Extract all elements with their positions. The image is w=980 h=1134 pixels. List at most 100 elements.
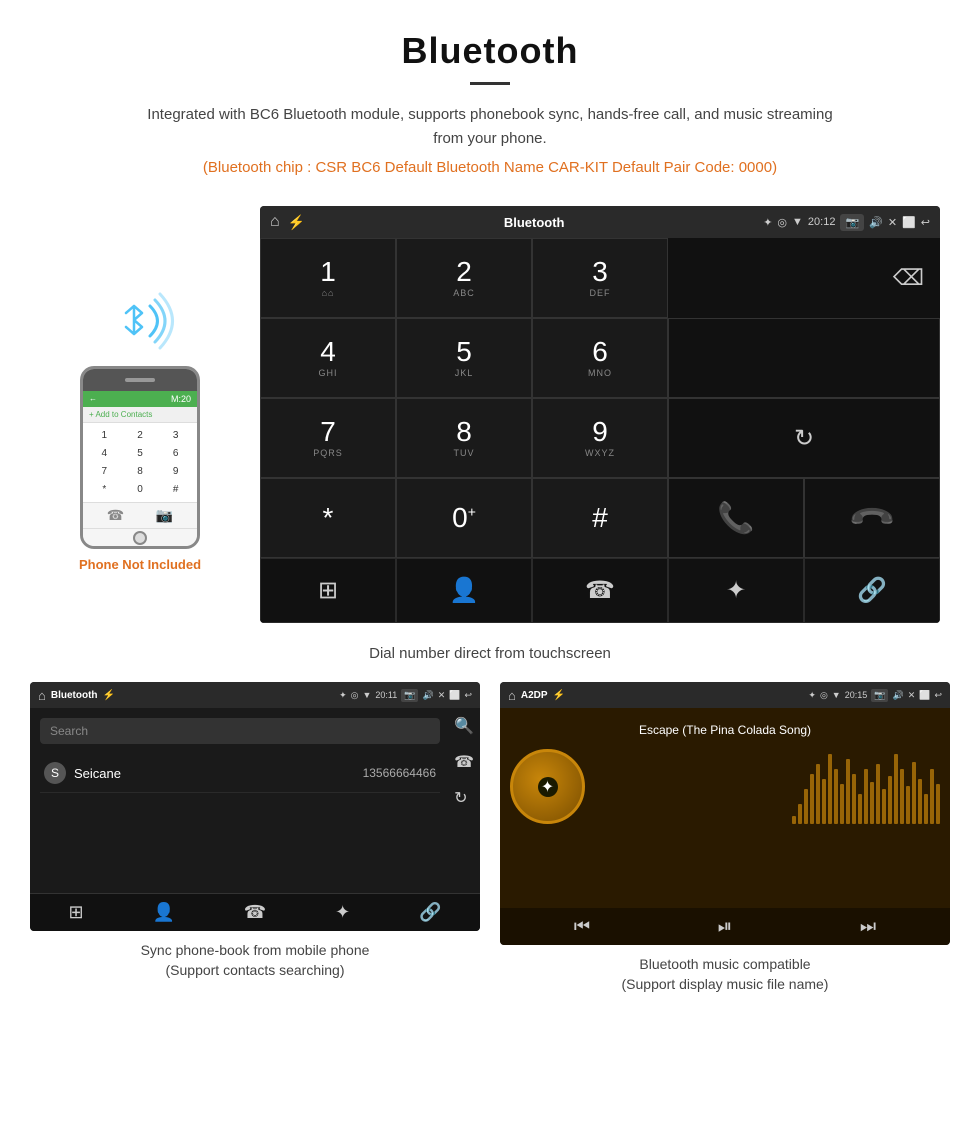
mini-phone-icon[interactable]: ☎ — [244, 902, 266, 923]
music-body: Escape (The Pina Colada Song) ✦ — [500, 708, 950, 908]
contact-row[interactable]: S Seicane 13566664466 — [40, 754, 440, 793]
nav-phone[interactable]: ☎ — [532, 558, 668, 623]
mini-bt-nav-icon[interactable]: ✦ — [335, 902, 350, 923]
phonebook-bottom-nav: ⊞ 👤 ☎ ✦ 🔗 — [30, 893, 480, 931]
nav-bluetooth[interactable]: ✦ — [668, 558, 804, 623]
mini-usb-icon: ⚡ — [103, 690, 115, 701]
dial-caption: Dial number direct from touchscreen — [0, 633, 980, 682]
phonebook-body: Search S Seicane 13566664466 🔍 ☎ ↻ — [30, 708, 480, 893]
page-header: Bluetooth Integrated with BC6 Bluetooth … — [0, 0, 980, 206]
dial-display: ⌫ — [668, 238, 940, 318]
dial-key-8[interactable]: 8 TUV — [396, 398, 532, 478]
location-icon: ◎ — [777, 216, 787, 229]
bluetooth-nav-icon: ✦ — [726, 576, 746, 605]
search-bar[interactable]: Search — [40, 718, 440, 744]
music-win-icon[interactable]: ⬜ — [919, 690, 930, 701]
phone-side-icon[interactable]: ☎ — [454, 752, 474, 772]
call-red-icon: 📞 — [846, 492, 897, 543]
page-description: Integrated with BC6 Bluetooth module, su… — [140, 103, 840, 151]
music-status-left: ⌂ A2DP ⚡ — [508, 688, 565, 703]
music-wifi-icon: ▼ — [832, 690, 841, 700]
close-icon[interactable]: ✕ — [888, 216, 897, 229]
refresh-side-icon[interactable]: ↻ — [454, 788, 474, 808]
mini-vol-icon[interactable]: 🔊 — [422, 690, 433, 701]
dial-key-3[interactable]: 3 DEF — [532, 238, 668, 318]
bluetooth-specs: (Bluetooth chip : CSR BC6 Default Blueto… — [20, 159, 960, 176]
nav-contacts[interactable]: 👤 — [396, 558, 532, 623]
phone-add-contacts: + Add to Contacts — [83, 407, 197, 423]
music-vol-icon[interactable]: 🔊 — [892, 690, 903, 701]
music-song-title: Escape (The Pina Colada Song) — [639, 723, 811, 737]
contact-name: Seicane — [74, 766, 363, 781]
bluetooth-icon-area — [100, 286, 180, 356]
next-icon[interactable]: ⏭ — [860, 916, 876, 937]
mini-time: 20:11 — [375, 690, 397, 700]
mini-dialpad-icon[interactable]: ⊞ — [68, 902, 83, 923]
music-usb-icon: ⚡ — [553, 690, 565, 701]
window-icon[interactable]: ⬜ — [902, 216, 916, 229]
music-camera-icon[interactable]: 📷 — [871, 689, 888, 702]
music-status-right: ✦ ◎ ▼ 20:15 📷 🔊 ✕ ⬜ ↩ — [808, 689, 942, 702]
home-icon[interactable]: ⌂ — [270, 213, 280, 231]
music-time: 20:15 — [845, 690, 868, 700]
dial-key-4[interactable]: 4 GHI — [260, 318, 396, 398]
phonebook-caption: Sync phone-book from mobile phone (Suppo… — [136, 931, 375, 980]
phonebook-status-left: ⌂ Bluetooth ⚡ — [38, 688, 115, 703]
dial-key-hash[interactable]: # — [532, 478, 668, 558]
prev-icon[interactable]: ⏮ — [574, 916, 590, 937]
nav-link[interactable]: 🔗 — [804, 558, 940, 623]
music-home-icon[interactable]: ⌂ — [508, 688, 516, 703]
mini-home-icon[interactable]: ⌂ — [38, 688, 46, 703]
mini-bt-icon: ✦ — [339, 690, 347, 701]
mini-camera-icon[interactable]: 📷 — [401, 689, 418, 702]
mini-back-icon[interactable]: ↩ — [464, 690, 472, 701]
status-bar-right: ✦ ◎ ▼ 20:12 📷 🔊 ✕ ⬜ ↩ — [763, 214, 930, 231]
back-icon[interactable]: ↩ — [921, 216, 930, 229]
mini-contacts-icon[interactable]: 👤 — [152, 902, 174, 923]
music-close-icon[interactable]: ✕ — [908, 690, 916, 701]
bluetooth-signal-icon — [100, 286, 180, 356]
dial-key-5[interactable]: 5 JKL — [396, 318, 532, 398]
link-icon: 🔗 — [857, 576, 887, 605]
phone-speaker — [125, 378, 155, 382]
music-back-icon[interactable]: ↩ — [934, 690, 942, 701]
dialpad-icon: ⊞ — [318, 576, 338, 605]
phone-not-included-label: Phone Not Included — [79, 557, 201, 572]
nav-dialpad[interactable]: ⊞ — [260, 558, 396, 623]
music-album-art: ✦ — [510, 749, 585, 824]
dial-key-6[interactable]: 6 MNO — [532, 318, 668, 398]
header-divider — [470, 82, 510, 85]
volume-icon[interactable]: 🔊 — [869, 216, 883, 229]
dial-status-bar: ⌂ ⚡ Bluetooth ✦ ◎ ▼ 20:12 📷 🔊 ✕ ⬜ ↩ — [260, 206, 940, 238]
dial-key-7[interactable]: 7 PQRS — [260, 398, 396, 478]
dial-key-star[interactable]: * — [260, 478, 396, 558]
side-icons: 🔍 ☎ ↻ — [454, 716, 474, 808]
dial-key-9[interactable]: 9 WXYZ — [532, 398, 668, 478]
dial-empty-row2 — [668, 318, 940, 398]
dial-key-0[interactable]: 0+ — [396, 478, 532, 558]
mini-close-icon[interactable]: ✕ — [438, 690, 446, 701]
mini-loc-icon: ◎ — [351, 690, 359, 701]
dial-refresh-cell[interactable]: ↻ — [668, 398, 940, 478]
wifi-icon: ▼ — [792, 216, 803, 228]
phonebook-screen: ⌂ Bluetooth ⚡ ✦ ◎ ▼ 20:11 📷 🔊 ✕ ⬜ ↩ — [30, 682, 480, 931]
dial-call-green-cell[interactable]: 📞 — [668, 478, 804, 558]
search-placeholder: Search — [50, 724, 88, 738]
music-center-area: ✦ — [510, 749, 940, 824]
music-bt-icon: ✦ — [808, 690, 816, 701]
contacts-icon: 👤 — [449, 576, 479, 605]
page-title: Bluetooth — [20, 30, 960, 72]
phonebook-status-bar: ⌂ Bluetooth ⚡ ✦ ◎ ▼ 20:11 📷 🔊 ✕ ⬜ ↩ — [30, 682, 480, 708]
main-screen-area: ← M:20 + Add to Contacts 1 2 3 4 5 6 7 8… — [0, 206, 980, 623]
mini-win-icon[interactable]: ⬜ — [449, 690, 460, 701]
dial-key-2[interactable]: 2 ABC — [396, 238, 532, 318]
search-side-icon[interactable]: 🔍 — [454, 716, 474, 736]
backspace-icon[interactable]: ⌫ — [893, 265, 924, 291]
dial-call-red-cell[interactable]: 📞 — [804, 478, 940, 558]
play-pause-icon[interactable]: ⏯ — [718, 916, 732, 937]
music-status-bar: ⌂ A2DP ⚡ ✦ ◎ ▼ 20:15 📷 🔊 ✕ ⬜ ↩ — [500, 682, 950, 708]
mini-link-icon[interactable]: 🔗 — [419, 902, 441, 923]
dial-key-1[interactable]: 1 ⌂⌂ — [260, 238, 396, 318]
camera-icon[interactable]: 📷 — [840, 214, 864, 231]
phone-dialpad: 1 2 3 4 5 6 7 8 9 * 0 # — [83, 423, 197, 502]
